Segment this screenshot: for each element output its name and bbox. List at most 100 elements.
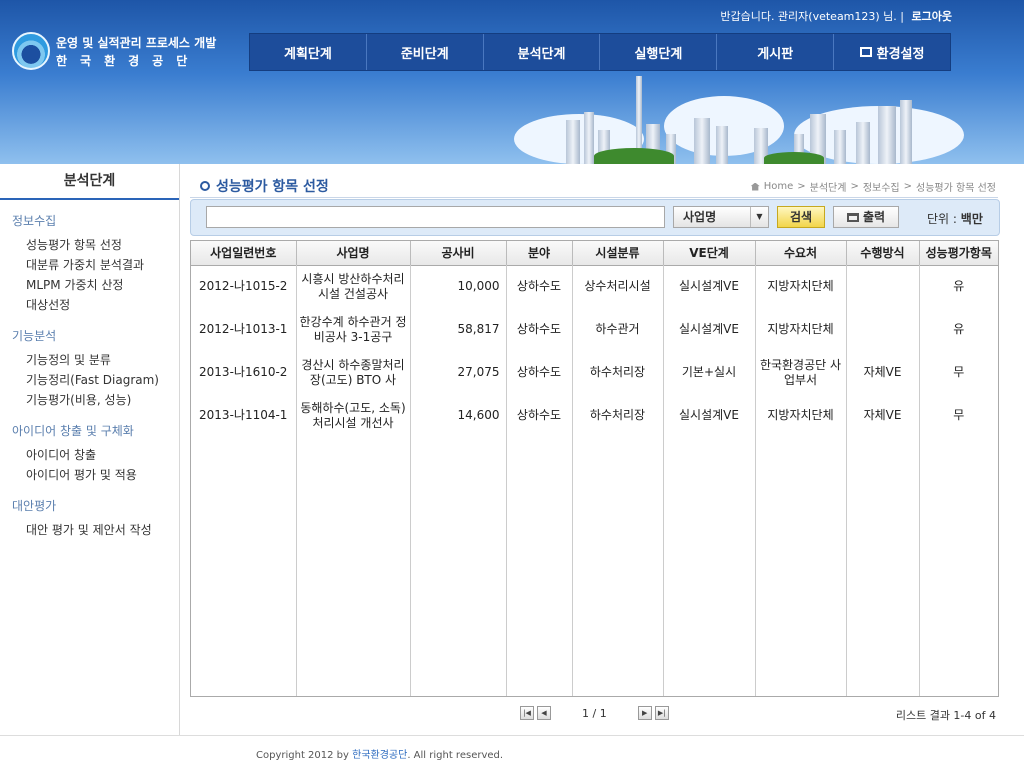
column-header[interactable]: 사업일련번호 xyxy=(191,241,297,266)
list-result-count: 리스트 결과 1-4 of 4 xyxy=(895,709,996,722)
cell-serial: 2012-나1013-1 xyxy=(191,308,297,351)
copyright-prefix: Copyright 2012 by xyxy=(256,750,349,761)
cell-facility: 하수처리장 xyxy=(572,394,664,437)
nav-analysis[interactable]: 분석단계 xyxy=(484,34,601,70)
copyright: Copyright 2012 by 한국환경공단. All right rese… xyxy=(256,746,503,761)
column-header[interactable]: 수행방식 xyxy=(846,241,920,266)
logout-link[interactable]: 로그아웃 xyxy=(912,10,952,23)
pagination: |◀ ◀ 1 / 1 ▶ ▶| xyxy=(520,706,669,720)
unit-label: 단위 : xyxy=(927,212,957,226)
cell-field: 상하수도 xyxy=(506,265,573,308)
cell-facility: 하수처리장 xyxy=(572,351,664,394)
sidebar-item-mlpm-weight[interactable]: MLPM 가중치 산정 xyxy=(0,275,179,295)
cell-field: 상하수도 xyxy=(506,351,573,394)
sidebar-item-performance-items[interactable]: 성능평가 항목 선정 xyxy=(0,235,179,255)
column-header[interactable]: 공사비 xyxy=(410,241,507,266)
sidebar-item-function-evaluation[interactable]: 기능평가(비용, 성능) xyxy=(0,390,179,410)
user-greeting: 반갑습니다. 관리자(veteam123) 님. | 로그아웃 xyxy=(720,8,952,24)
cell-serial: 2013-나1610-2 xyxy=(191,351,297,394)
page-indicator: 1 / 1 xyxy=(582,706,607,720)
greeting-text: 반갑습니다. 관리자(veteam123) 님. | xyxy=(720,10,905,23)
copyright-org[interactable]: 한국환경공단 xyxy=(352,750,407,761)
sidebar-item-weight-result[interactable]: 대분류 가중치 분석결과 xyxy=(0,255,179,275)
sidebar-title: 분석단계 xyxy=(0,164,179,200)
unit-indicator: 단위 : 백만 xyxy=(927,210,983,227)
cell-method xyxy=(846,308,920,351)
sidebar-group-function[interactable]: 기능분석 xyxy=(12,327,179,344)
chevron-down-icon[interactable]: ▼ xyxy=(750,207,768,227)
sidebar-item-proposal[interactable]: 대안 평가 및 제안서 작성 xyxy=(0,520,179,540)
breadcrumb: Home > 분석단계 > 정보수집 > 성능평가 항목 선정 xyxy=(750,179,996,194)
nav-execution[interactable]: 실행단계 xyxy=(600,34,718,70)
sidebar-item-idea-evaluation[interactable]: 아이디어 평가 및 적용 xyxy=(0,465,179,485)
cell-field: 상하수도 xyxy=(506,394,573,437)
search-button[interactable]: 검색 xyxy=(777,206,825,228)
cityscape-banner xyxy=(494,76,974,164)
cell-facility: 하수관거 xyxy=(572,308,664,351)
next-page-icon[interactable]: ▶ xyxy=(637,706,652,720)
cell-cost: 58,817 xyxy=(410,308,507,351)
search-input[interactable] xyxy=(206,206,665,228)
cell-project-name[interactable]: 한강수계 하수관거 정비공사 3-1공구 xyxy=(296,308,411,351)
logo-org-name: 한국환경공단 xyxy=(56,54,201,68)
cell-performance-item: 유 xyxy=(953,322,965,336)
page-title: 성능평가 항목 선정 xyxy=(200,176,329,196)
title-bullet-icon xyxy=(200,181,210,191)
column-header[interactable]: VE단계 xyxy=(663,241,756,266)
nav-settings[interactable]: 환경설정 xyxy=(834,34,950,70)
sidebar-item-idea-creation[interactable]: 아이디어 창출 xyxy=(0,445,179,465)
sidebar-group-idea[interactable]: 아이디어 창출 및 구체화 xyxy=(12,422,179,439)
prev-page-icon[interactable]: ◀ xyxy=(537,706,551,720)
print-label: 출력 xyxy=(862,210,886,224)
nav-label: 준비단계 xyxy=(400,46,449,62)
column-header[interactable]: 수요처 xyxy=(755,241,847,266)
cell-method xyxy=(846,265,920,308)
cell-project-name[interactable]: 경산시 하수종말처리장(고도) BTO 사 xyxy=(296,351,411,394)
breadcrumb-info[interactable]: 정보수집 xyxy=(863,179,900,194)
main-content: 성능평가 항목 선정 Home > 분석단계 > 정보수집 > 성능평가 항목 … xyxy=(180,164,1024,735)
nav-board[interactable]: 게시판 xyxy=(717,34,835,70)
last-page-icon[interactable]: ▶| xyxy=(654,706,669,720)
nav-label: 게시판 xyxy=(757,46,794,62)
cell-serial: 2013-나1104-1 xyxy=(191,394,297,437)
cell-cost: 14,600 xyxy=(410,394,507,437)
cell-method: 자체VE xyxy=(846,394,920,437)
cell-client: 지방자치단체 xyxy=(755,265,847,308)
cell-project-name[interactable]: 동해하수(고도, 소독)처리시설 개선사 xyxy=(296,394,411,437)
table-row[interactable]: 2013-나1104-1 동해하수(고도, 소독)처리시설 개선사 14,600… xyxy=(191,394,998,437)
site-logo[interactable]: 운영 및 실적관리 프로세스 개발 한국환경공단 xyxy=(12,32,222,72)
table-row[interactable]: 2012-나1013-1 한강수계 하수관거 정비공사 3-1공구 58,817… xyxy=(191,308,998,351)
header: 반갑습니다. 관리자(veteam123) 님. | 로그아웃 운영 및 실적관… xyxy=(0,0,1024,164)
nav-label: 분석단계 xyxy=(517,46,566,62)
search-field-select[interactable]: 사업명 ▼ xyxy=(673,206,769,228)
footer: Copyright 2012 by 한국환경공단. All right rese… xyxy=(0,735,1024,769)
search-bar: 사업명 ▼ 검색 출력 단위 : 백만 xyxy=(190,199,1000,236)
print-button[interactable]: 출력 xyxy=(833,206,899,228)
column-header[interactable]: 사업명 xyxy=(296,241,411,266)
first-page-icon[interactable]: |◀ xyxy=(520,706,534,720)
nav-label: 계획단계 xyxy=(283,46,332,62)
nav-preparation[interactable]: 준비단계 xyxy=(367,34,484,70)
column-header[interactable]: 분야 xyxy=(506,241,573,266)
monitor-icon xyxy=(859,47,872,57)
printer-icon xyxy=(846,213,859,222)
nav-planning[interactable]: 계획단계 xyxy=(250,34,367,70)
column-header[interactable]: 시설분류 xyxy=(572,241,664,266)
table-row[interactable]: 2012-나1015-2 시흥시 방산하수처리시설 건설공사 10,000 상하… xyxy=(191,265,998,308)
breadcrumb-analysis[interactable]: 분석단계 xyxy=(810,179,847,194)
cell-client: 한국환경공단 사업부서 xyxy=(755,351,847,394)
page-title-text: 성능평가 항목 선정 xyxy=(216,179,329,195)
sidebar-group-alternative[interactable]: 대안평가 xyxy=(12,497,179,514)
breadcrumb-home[interactable]: Home xyxy=(764,181,794,192)
sidebar-item-function-definition[interactable]: 기능정의 및 분류 xyxy=(0,350,179,370)
column-header[interactable]: 성능평가항목 xyxy=(919,241,998,266)
sidebar-item-fast-diagram[interactable]: 기능정리(Fast Diagram) xyxy=(0,370,179,390)
sidebar-group-info[interactable]: 정보수집 xyxy=(12,212,179,229)
table-header-row: 사업일련번호 사업명 공사비 분야 시설분류 VE단계 수요처 수행방식 성능평… xyxy=(191,241,998,266)
cell-project-name[interactable]: 시흥시 방산하수처리시설 건설공사 xyxy=(296,265,411,308)
nav-label: 실행단계 xyxy=(634,46,683,62)
cell-ve-stage: 실시설계VE xyxy=(663,394,756,437)
sidebar-item-target-selection[interactable]: 대상선정 xyxy=(0,295,179,315)
cell-performance-item: 무 xyxy=(953,408,965,422)
table-row[interactable]: 2013-나1610-2 경산시 하수종말처리장(고도) BTO 사 27,07… xyxy=(191,351,998,394)
